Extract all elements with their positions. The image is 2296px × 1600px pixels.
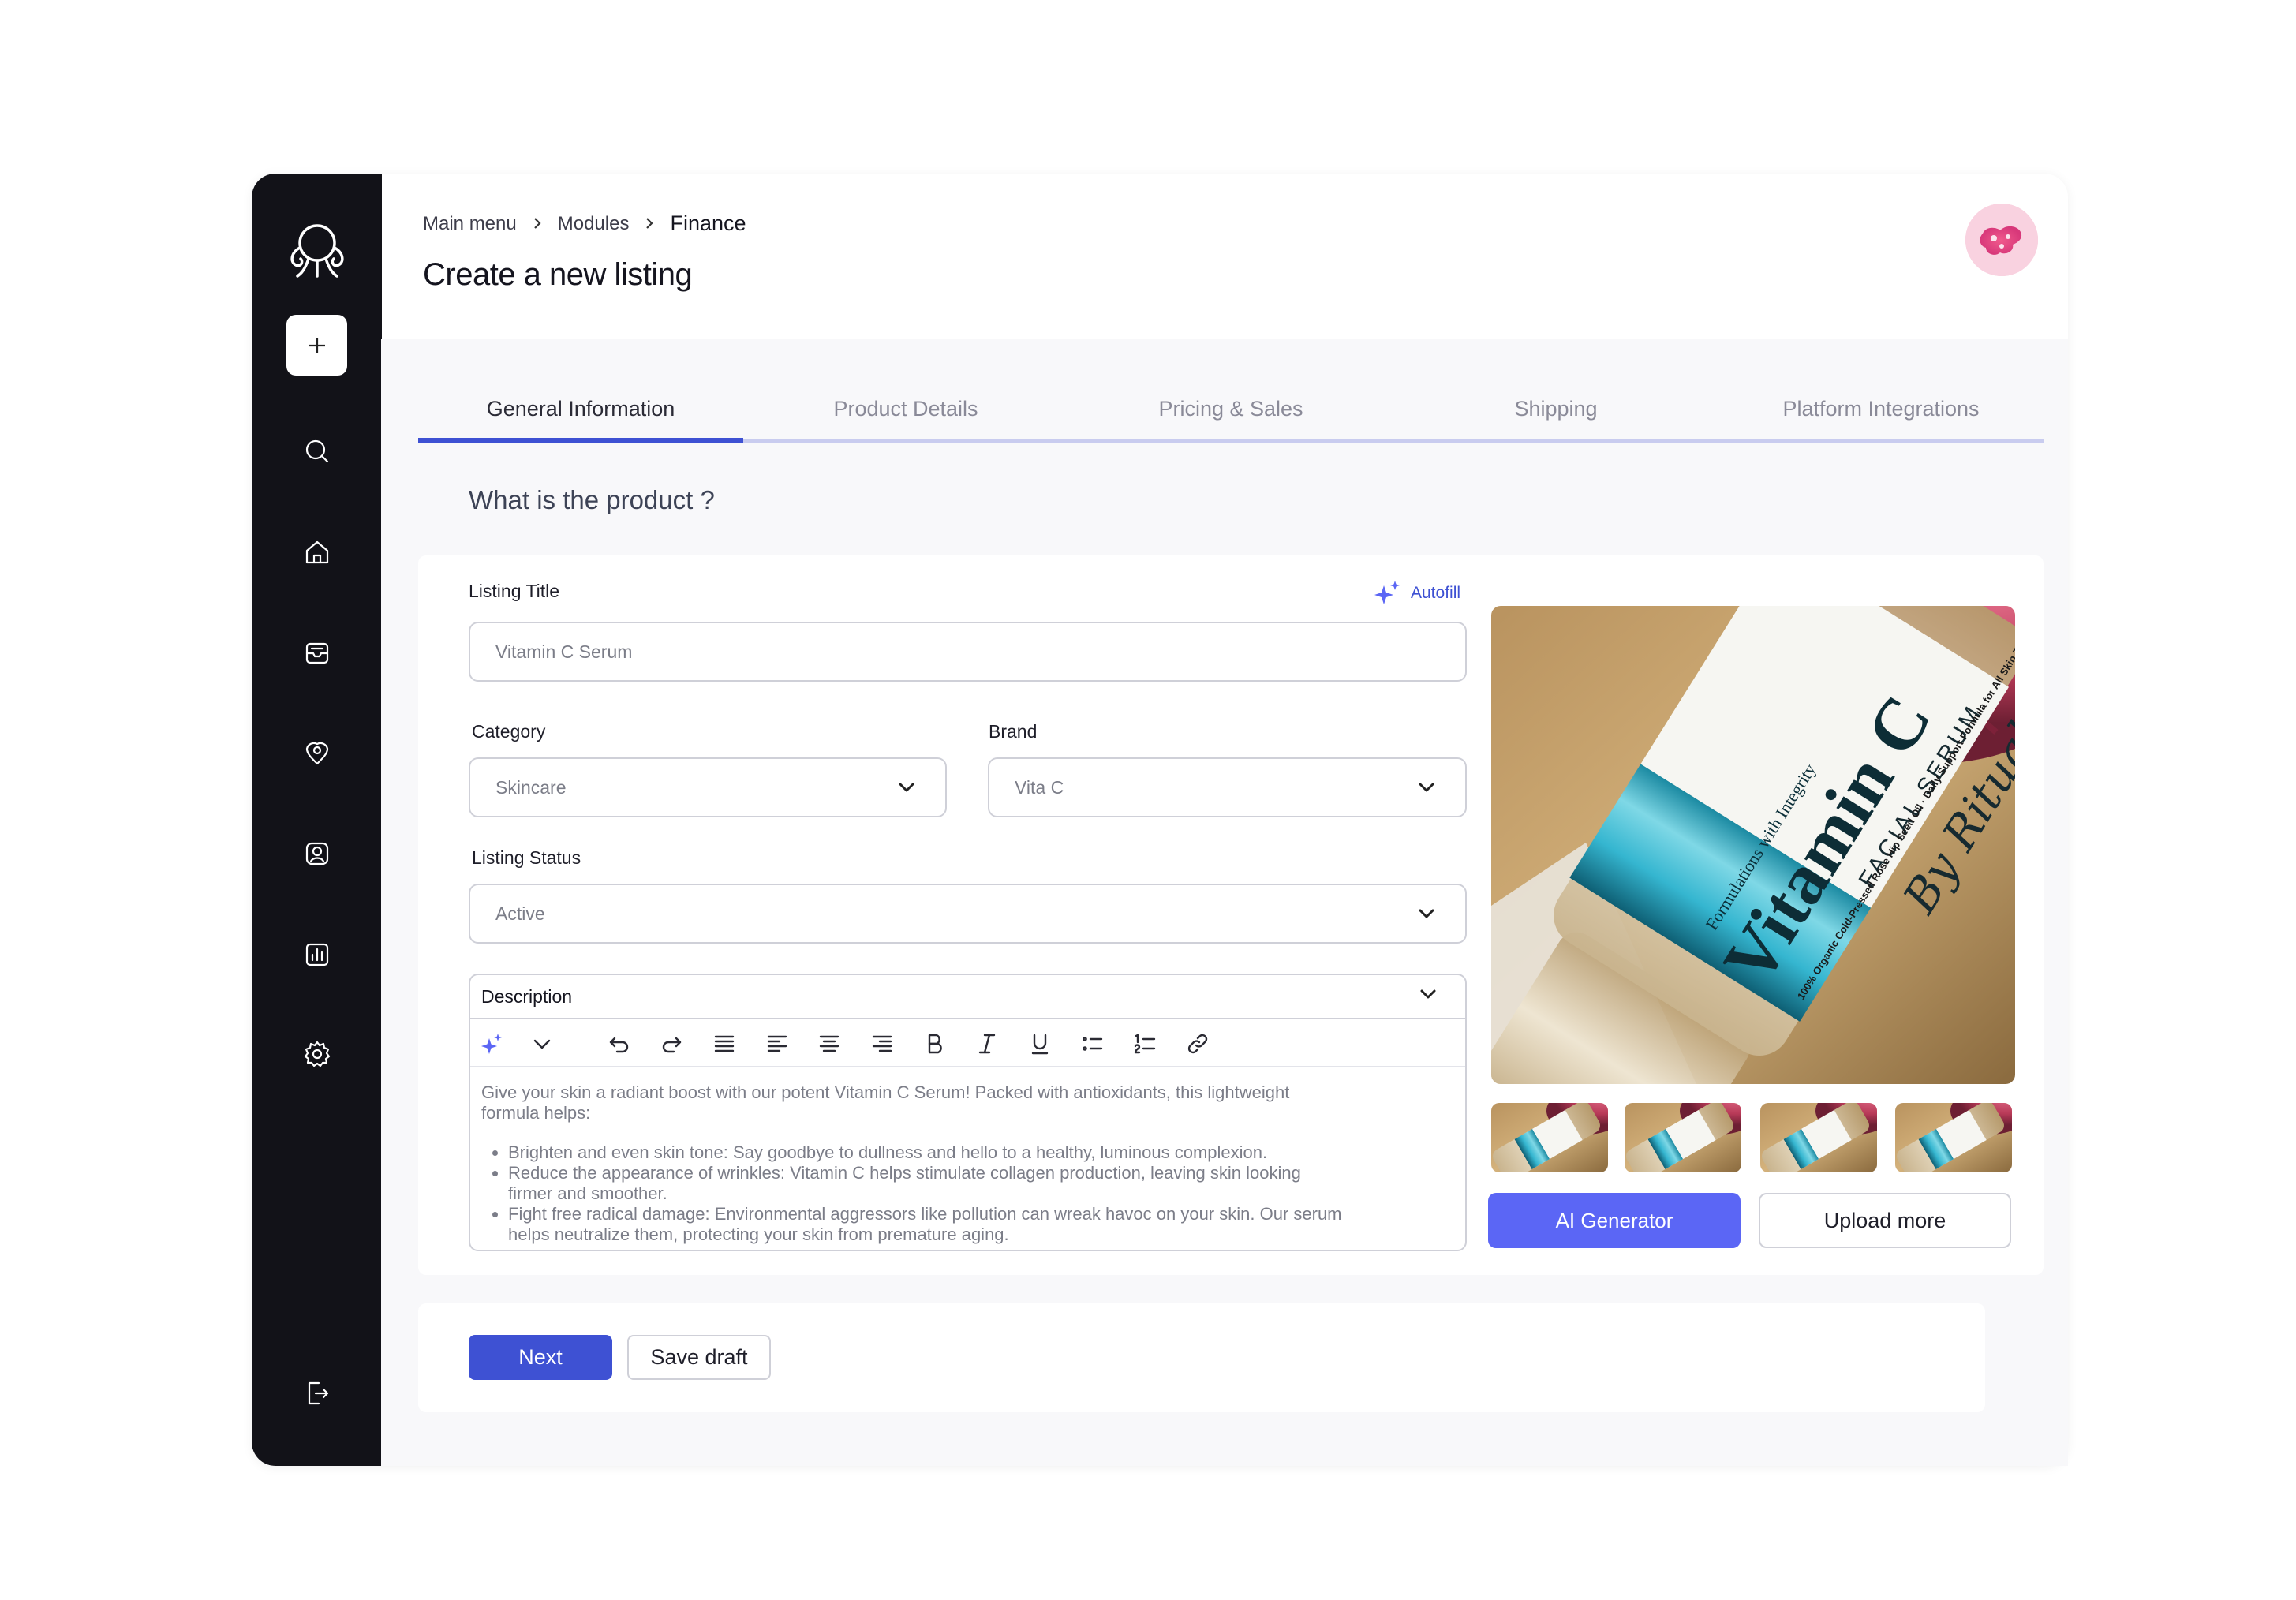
description-bullet: Fight free radical damage: Environmental… xyxy=(508,1204,1349,1245)
product-thumbnail[interactable] xyxy=(1625,1103,1741,1172)
chevron-right-icon xyxy=(531,213,544,235)
breadcrumb: Main menu Modules Finance xyxy=(423,211,746,236)
home-icon[interactable] xyxy=(301,536,333,568)
autofill-button[interactable]: Autofill xyxy=(1371,578,1460,609)
search-icon[interactable] xyxy=(301,436,333,467)
description-bullet: Brighten and even skin tone: Say goodbye… xyxy=(508,1142,1349,1163)
chevron-down-icon xyxy=(1418,984,1438,1009)
tag-icon[interactable] xyxy=(301,737,333,768)
align-left-icon[interactable] xyxy=(764,1030,791,1057)
bullet-list-icon[interactable] xyxy=(1079,1030,1106,1057)
description-bullet: Reduce the appearance of wrinkles: Vitam… xyxy=(508,1163,1349,1204)
product-thumbnail[interactable] xyxy=(1491,1103,1608,1172)
logo-icon xyxy=(282,213,353,284)
bold-icon[interactable] xyxy=(922,1030,948,1057)
description-header[interactable]: Description xyxy=(470,975,1465,1019)
next-button[interactable]: Next xyxy=(469,1335,612,1380)
brand-label: Brand xyxy=(989,721,1038,742)
category-select[interactable]: Skincare xyxy=(469,757,947,817)
avatar[interactable] xyxy=(1965,204,2038,276)
link-icon[interactable] xyxy=(1184,1030,1211,1057)
ai-sparkle-icon[interactable] xyxy=(478,1030,505,1057)
logout-icon[interactable] xyxy=(301,1378,333,1409)
listing-status-value: Active xyxy=(495,903,545,924)
redo-icon[interactable] xyxy=(658,1030,685,1057)
save-draft-button[interactable]: Save draft xyxy=(627,1335,771,1380)
category-value: Skincare xyxy=(495,776,567,798)
product-thumbnail[interactable] xyxy=(1895,1103,2012,1172)
category-label: Category xyxy=(472,721,546,742)
listing-status-select[interactable]: Active xyxy=(469,884,1467,944)
align-center-icon[interactable] xyxy=(816,1030,843,1057)
underline-icon[interactable] xyxy=(1026,1030,1053,1057)
chevron-down-icon[interactable] xyxy=(529,1030,555,1057)
product-image-main[interactable]: Formulations with Integrity Vitamin C FA… xyxy=(1491,606,2015,1084)
product-thumbnail[interactable] xyxy=(1760,1103,1877,1172)
sidebar xyxy=(252,174,382,1466)
listing-title-label: Listing Title xyxy=(469,581,560,601)
align-right-icon[interactable] xyxy=(869,1030,896,1057)
brand-value: Vita C xyxy=(1015,776,1064,798)
brand-select[interactable]: Vita C xyxy=(988,757,1467,817)
listing-title-input[interactable]: Vitamin C Serum xyxy=(469,622,1467,682)
chart-icon[interactable] xyxy=(301,939,333,970)
description-intro: Give your skin a radiant boost with our … xyxy=(481,1082,1290,1123)
description-bullets: Brighten and even skin tone: Say goodbye… xyxy=(481,1142,1349,1245)
numbered-list-icon[interactable] xyxy=(1131,1030,1158,1057)
undo-icon[interactable] xyxy=(606,1030,633,1057)
chevron-right-icon xyxy=(643,213,656,235)
contacts-icon[interactable] xyxy=(301,838,333,869)
tab-pricing-sales[interactable]: Pricing & Sales xyxy=(1068,377,1393,440)
description-label: Description xyxy=(481,985,573,1007)
chevron-down-icon xyxy=(1416,903,1437,924)
ai-generator-button[interactable]: AI Generator xyxy=(1488,1193,1741,1248)
gear-icon[interactable] xyxy=(301,1038,333,1070)
chevron-down-icon xyxy=(1416,777,1437,798)
description-editor: Description Give your skin a radiant boo… xyxy=(469,974,1467,1251)
inbox-icon[interactable] xyxy=(301,637,333,669)
tab-platform-integrations[interactable]: Platform Integrations xyxy=(1718,377,2044,440)
tab-bar: General Information Product Details Pric… xyxy=(418,377,2044,444)
upload-more-button[interactable]: Upload more xyxy=(1759,1193,2011,1248)
align-justify-icon[interactable] xyxy=(711,1030,738,1057)
breadcrumb-item-main-menu[interactable]: Main menu xyxy=(423,213,517,235)
section-title: What is the product ? xyxy=(469,485,715,514)
tab-general-information[interactable]: General Information xyxy=(418,377,743,440)
breadcrumb-current: Finance xyxy=(670,211,746,235)
autofill-label: Autofill xyxy=(1411,584,1461,602)
tab-product-details[interactable]: Product Details xyxy=(743,377,1068,440)
description-text[interactable]: Give your skin a radiant boost with our … xyxy=(481,1082,1349,1245)
listing-status-label: Listing Status xyxy=(472,847,581,868)
ai-sparkle-icon xyxy=(1374,581,1400,604)
italic-icon[interactable] xyxy=(974,1030,1000,1057)
breadcrumb-item-modules[interactable]: Modules xyxy=(558,213,630,235)
chevron-down-icon xyxy=(896,777,917,798)
page-title: Create a new listing xyxy=(423,257,693,292)
add-button[interactable] xyxy=(286,315,347,376)
editor-toolbar xyxy=(470,1019,1465,1067)
tab-shipping[interactable]: Shipping xyxy=(1393,377,1718,440)
